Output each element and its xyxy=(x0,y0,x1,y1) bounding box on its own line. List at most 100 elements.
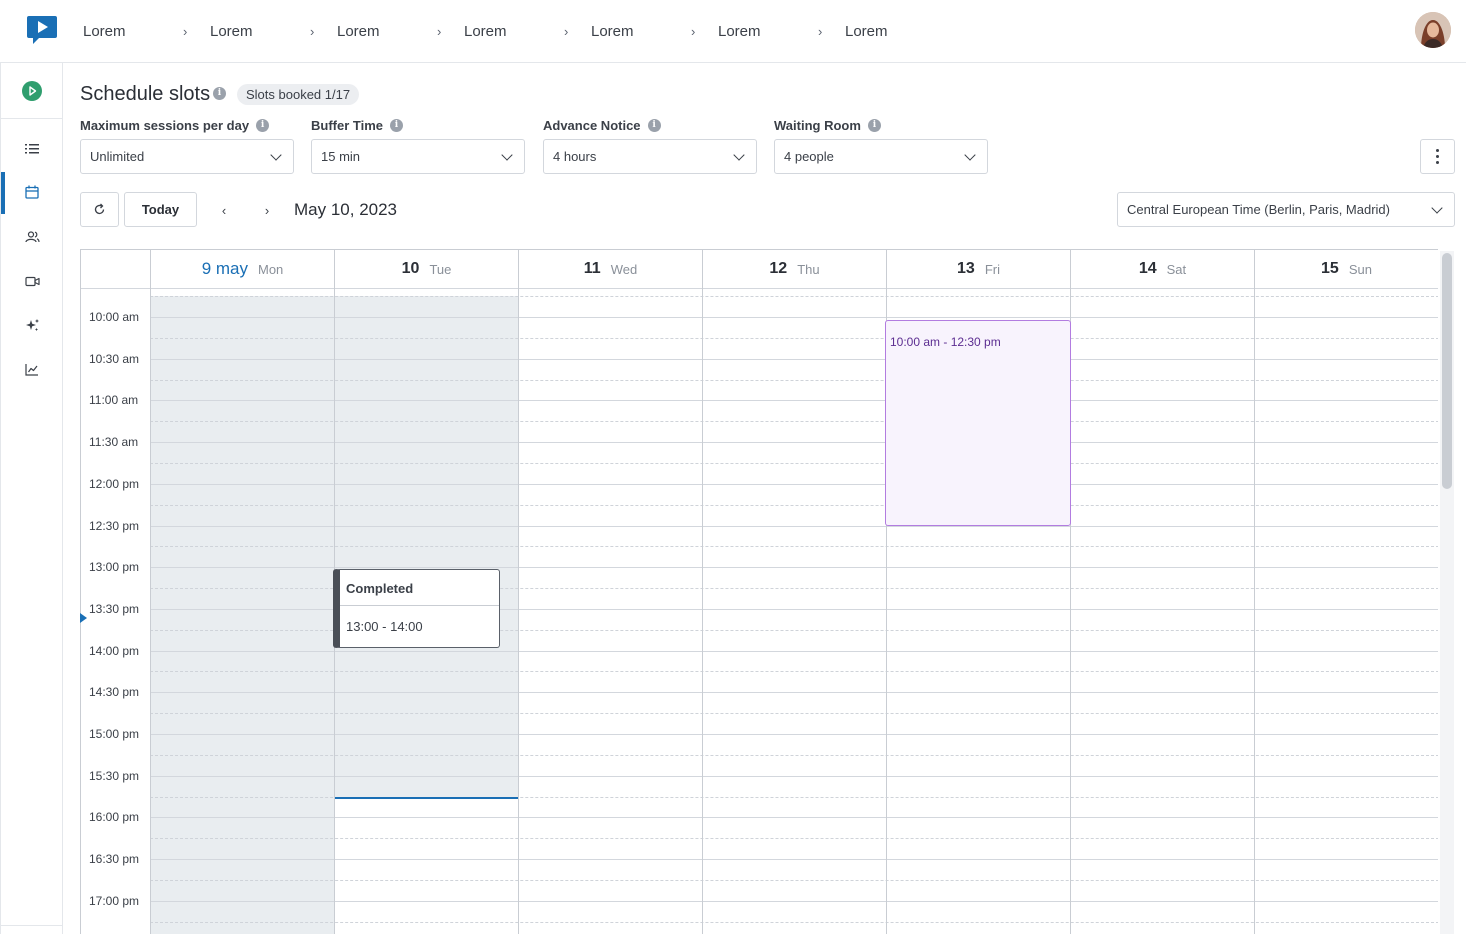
sidebar-item-calendar[interactable] xyxy=(1,172,63,214)
today-button[interactable]: Today xyxy=(124,192,197,227)
half-hour-line xyxy=(150,379,1438,381)
sidebar-item-ai[interactable] xyxy=(1,305,63,345)
day-header[interactable]: 12 Thu xyxy=(702,250,886,288)
hour-line xyxy=(150,442,1438,444)
sidebar-bottom-divider xyxy=(1,925,63,926)
chevron-right-icon: › xyxy=(691,23,696,39)
breadcrumb-item: Lorem › xyxy=(718,23,845,40)
day-number: 10 xyxy=(401,260,420,277)
timezone-value: Central European Time (Berlin, Paris, Ma… xyxy=(1127,202,1390,217)
day-name: Mon xyxy=(258,261,284,277)
half-hour-line xyxy=(150,713,1438,715)
half-hour-line xyxy=(150,879,1438,881)
day-header[interactable]: 10 Tue xyxy=(334,250,518,288)
day-name: Thu xyxy=(797,261,820,277)
day-header[interactable]: 9 may Mon xyxy=(150,250,334,288)
users-icon xyxy=(24,231,40,243)
advance-notice-select[interactable]: 4 hours xyxy=(543,139,757,174)
info-icon[interactable]: i xyxy=(867,119,881,132)
waiting-room-label: Waiting Room i xyxy=(774,118,881,133)
breadcrumb-item: Lorem › xyxy=(591,23,718,40)
advance-notice-label-text: Advance Notice xyxy=(543,118,641,133)
day-column-line xyxy=(1254,250,1255,934)
sidebar-item-video[interactable] xyxy=(1,261,63,301)
avatar[interactable] xyxy=(1415,12,1451,48)
time-label: 12:30 pm xyxy=(89,518,140,533)
half-hour-line xyxy=(150,546,1438,548)
time-label: 11:00 am xyxy=(89,393,139,408)
day-number: 13 xyxy=(957,260,975,277)
day-header[interactable]: 14 Sat xyxy=(1070,250,1254,288)
day-number: 15 xyxy=(1321,260,1339,277)
sidebar-item-users[interactable] xyxy=(1,217,63,257)
half-hour-line xyxy=(150,462,1438,464)
day-name: Sat xyxy=(1166,261,1187,277)
info-icon[interactable]: i xyxy=(390,119,403,132)
completed-session[interactable]: Completed 13:00 - 14:00 xyxy=(333,569,500,648)
breadcrumb-link[interactable]: Lorem xyxy=(210,23,310,40)
hour-line xyxy=(150,650,1438,652)
sidebar-item-list[interactable] xyxy=(1,129,63,169)
week-calendar: 9 may Mon 10 Tue 11 Wed 12 Thu 13 Fri 14 Sat 15 Sun 1… xyxy=(80,249,1438,934)
previous-week-button[interactable]: ‹ xyxy=(214,200,234,220)
max-sessions-select[interactable]: Unlimited xyxy=(80,139,294,174)
buffer-time-select[interactable]: 15 min xyxy=(311,139,525,174)
day-header[interactable]: 11 Wed xyxy=(518,250,702,288)
max-sessions-label-text: Maximum sessions per day xyxy=(80,118,250,133)
breadcrumb-link[interactable]: Lorem xyxy=(337,23,437,40)
hour-line xyxy=(150,734,1438,735)
hour-line xyxy=(150,859,1438,861)
session-time: 13:00 - 14:00 xyxy=(346,619,423,634)
available-slot[interactable]: 10:00 am - 12:30 pm xyxy=(885,320,1071,526)
sidebar-divider xyxy=(1,118,63,119)
current-time-marker xyxy=(80,613,87,623)
sidebar xyxy=(0,63,63,934)
breadcrumb-link[interactable]: Lorem xyxy=(464,23,564,40)
breadcrumb-link[interactable]: Lorem xyxy=(845,23,945,40)
video-play-logo-icon[interactable] xyxy=(26,15,58,45)
top-bar: Lorem › Lorem › Lorem › Lorem › Lorem › Lorem › Lore… xyxy=(0,0,1466,63)
day-number: 9 may xyxy=(201,259,248,278)
refresh-icon xyxy=(94,203,105,215)
breadcrumb-link[interactable]: Lorem xyxy=(591,23,691,40)
day-header[interactable]: 13 Fri xyxy=(886,250,1070,288)
time-label: 10:30 am xyxy=(89,351,140,366)
day-header[interactable]: 15 Sun xyxy=(1254,250,1438,288)
day-name: Wed xyxy=(610,261,638,277)
sidebar-item-analytics[interactable] xyxy=(1,349,63,389)
next-week-button[interactable]: › xyxy=(257,200,277,220)
waiting-room-value: 4 people xyxy=(784,149,834,164)
chevron-down-icon xyxy=(964,148,976,161)
refresh-button[interactable] xyxy=(80,192,119,227)
time-label: 10:00 am xyxy=(89,310,140,324)
half-hour-line xyxy=(150,504,1438,506)
half-hour-line xyxy=(150,754,1438,756)
play-circle-icon[interactable] xyxy=(22,81,42,101)
info-icon[interactable]: i xyxy=(213,87,226,100)
calendar-icon xyxy=(25,185,39,199)
chevron-right-icon: › xyxy=(437,23,442,39)
buffer-time-label-text: Buffer Time xyxy=(311,118,383,133)
more-options-button[interactable] xyxy=(1420,139,1455,174)
page-title: Schedule slots xyxy=(80,83,211,105)
timezone-select[interactable]: Central European Time (Berlin, Paris, Ma… xyxy=(1117,192,1455,227)
half-hour-line xyxy=(150,921,1438,923)
line-chart-icon xyxy=(25,363,38,376)
advance-notice-value: 4 hours xyxy=(553,149,597,164)
info-icon[interactable]: i xyxy=(256,119,270,132)
time-label: 14:30 pm xyxy=(89,685,140,700)
breadcrumb-link[interactable]: Lorem xyxy=(83,23,183,40)
scrollbar-thumb[interactable] xyxy=(1442,253,1452,489)
waiting-room-select[interactable]: 4 people xyxy=(774,139,988,174)
waiting-room-label-text: Waiting Room xyxy=(774,118,861,133)
info-icon[interactable]: i xyxy=(647,119,661,132)
half-hour-line xyxy=(150,671,1438,673)
slot-time: 10:00 am - 12:30 pm xyxy=(890,335,1001,349)
time-label: 13:30 pm xyxy=(89,601,140,616)
day-column-line xyxy=(702,250,703,934)
calendar-header: 9 may Mon 10 Tue 11 Wed 12 Thu 13 Fri 14 Sat 15 Sun xyxy=(81,250,1438,288)
calendar-scrollbar[interactable] xyxy=(1440,251,1454,934)
max-sessions-label: Maximum sessions per day i xyxy=(80,118,270,133)
breadcrumb-link[interactable]: Lorem xyxy=(718,23,818,40)
half-hour-line xyxy=(150,421,1438,423)
